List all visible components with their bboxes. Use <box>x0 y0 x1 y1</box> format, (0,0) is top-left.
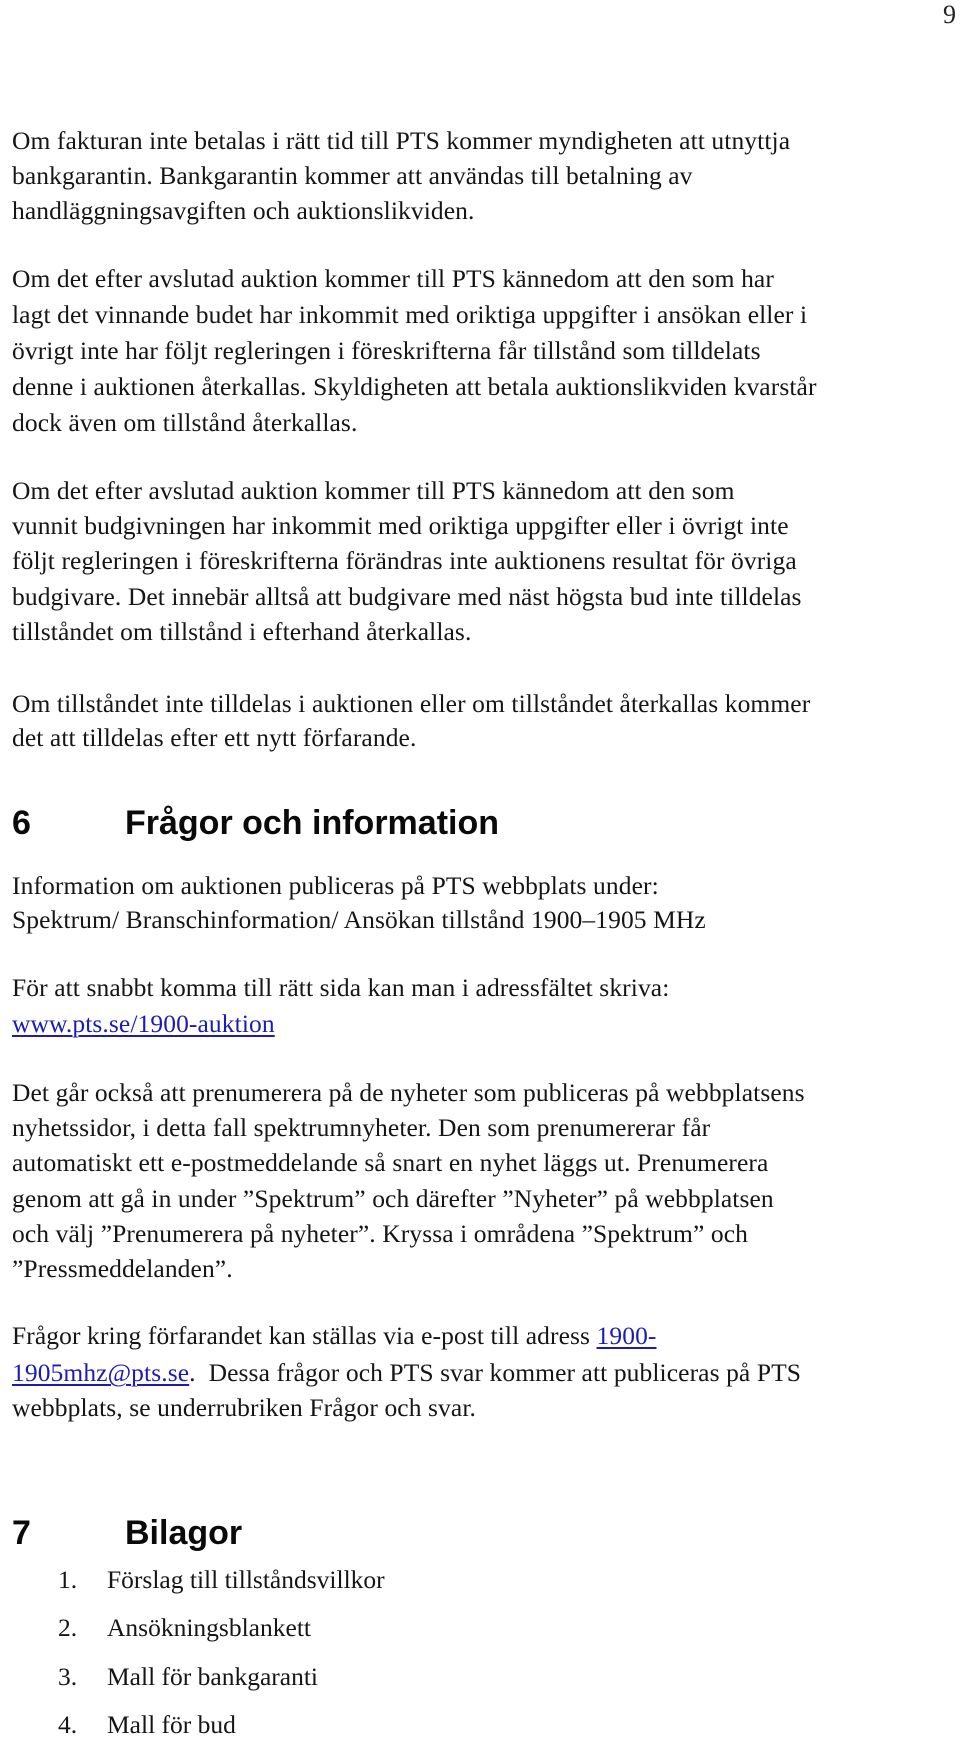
list-label: Ansökningsblankett <box>107 1613 311 1642</box>
list-number: 4. <box>58 1710 78 1739</box>
text-line: dock även om tillstånd återkallas. <box>12 408 358 437</box>
list-label: Mall för bud <box>107 1710 236 1739</box>
text-line: För att snabbt komma till rätt sida kan … <box>12 973 670 1002</box>
text-line: nyhetssidor, i detta fall spektrumnyhete… <box>12 1113 711 1142</box>
text-line: www.pts.se/1900-auktion <box>12 1009 275 1039</box>
text-line: Om fakturan inte betalas i rätt tid till… <box>12 126 791 155</box>
section-number: 7 <box>12 1514 31 1552</box>
section-number: 6 <box>12 804 31 842</box>
list-label: Mall för bankgaranti <box>107 1662 319 1691</box>
list-item: 4. Mall för bud <box>58 1710 236 1740</box>
text-line: det att tilldelas efter ett nytt förfara… <box>12 723 417 752</box>
email-link-part2[interactable]: 1905mhz@pts.se <box>12 1358 189 1387</box>
page-number: 9 <box>943 0 956 29</box>
list-item: 3. Mall för bankgaranti <box>58 1662 318 1692</box>
text-line: ”Pressmeddelanden”. <box>12 1254 233 1283</box>
text-line: övrigt inte har följt regleringen i före… <box>12 336 761 365</box>
text-line: budgivare. Det innebär alltså att budgiv… <box>12 582 802 611</box>
text-line: lagt det vinnande budet har inkommit med… <box>12 300 808 329</box>
list-number: 1. <box>58 1565 78 1594</box>
text-line: handläggningsavgiften och auktionslikvid… <box>12 196 475 225</box>
text-span: Frågor kring förfarandet kan ställas via… <box>12 1321 597 1350</box>
text-line: denne i auktionen återkallas. Skyldighet… <box>12 372 817 401</box>
list-item: 2. Ansökningsblankett <box>58 1613 311 1643</box>
text-line: Spektrum/ Branschinformation/ Ansökan ti… <box>12 905 706 934</box>
text-line: bankgarantin. Bankgarantin kommer att an… <box>12 161 693 190</box>
text-line: och välj ”Prenumerera på nyheter”. Kryss… <box>12 1219 748 1248</box>
text-line: webbplats, se underrubriken Frågor och s… <box>12 1393 476 1422</box>
section-title: Frågor och information <box>125 804 499 842</box>
text-line: Om det efter avslutad auktion kommer til… <box>12 264 774 293</box>
pts-auction-url-link[interactable]: www.pts.se/1900-auktion <box>12 1009 275 1038</box>
text-line: Frågor kring förfarandet kan ställas via… <box>12 1321 657 1351</box>
section-heading-7: 7 Bilagor <box>12 1513 242 1553</box>
list-number: 3. <box>58 1662 78 1691</box>
list-label: Förslag till tillståndsvillkor <box>107 1565 385 1594</box>
text-line: vunnit budgivningen har inkommit med ori… <box>12 511 789 540</box>
section-heading-6: 6 Frågor och information <box>12 803 499 843</box>
text-line: Det går också att prenumerera på de nyhe… <box>12 1078 805 1107</box>
text-line: genom att gå in under ”Spektrum” och där… <box>12 1184 774 1213</box>
text-span: . Dessa frågor och PTS svar kommer att p… <box>189 1358 802 1387</box>
email-link-part1[interactable]: 1900- <box>597 1321 657 1350</box>
text-line: automatiskt ett e-postmeddelande så snar… <box>12 1148 769 1177</box>
section-title: Bilagor <box>125 1514 243 1552</box>
text-line: 1905mhz@pts.se. Dessa frågor och PTS sva… <box>12 1358 801 1388</box>
text-line: Om det efter avslutad auktion kommer til… <box>12 476 735 505</box>
text-line: Om tillståndet inte tilldelas i auktione… <box>12 689 811 718</box>
list-item: 1. Förslag till tillståndsvillkor <box>58 1565 385 1595</box>
list-number: 2. <box>58 1613 78 1642</box>
text-line: följt regleringen i föreskrifterna förän… <box>12 546 797 575</box>
text-line: Information om auktionen publiceras på P… <box>12 871 659 900</box>
document-page: 9 Om fakturan inte betalas i rätt tid ti… <box>0 0 960 1747</box>
text-line: tillståndet om tillstånd i efterhand åte… <box>12 617 472 646</box>
